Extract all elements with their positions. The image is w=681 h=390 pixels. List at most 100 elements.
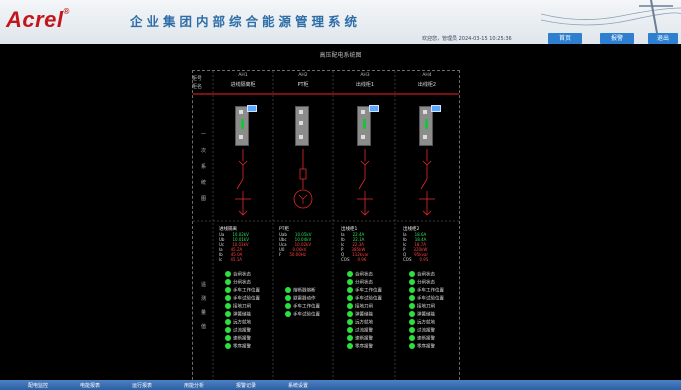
- user-info: 欢迎您，管理员 2024-03-15 10:25:36: [422, 36, 512, 42]
- menu-distribution-monitor[interactable]: 配电监控: [28, 382, 48, 389]
- cabinet-name: 进线隔离柜: [230, 82, 256, 88]
- status-dot-icon: [347, 303, 353, 309]
- status-dot-icon: [225, 271, 231, 277]
- indicator-light: [423, 135, 427, 139]
- nav-home-button[interactable]: 首页: [548, 33, 582, 44]
- status-item: 远方就地: [225, 319, 251, 326]
- status-dot-icon: [409, 279, 415, 285]
- status-dot-icon: [409, 295, 415, 301]
- status-item: 分闸状态: [347, 279, 373, 286]
- measurement-block: 进线隔离 Ua 10.02kV Ub 10.01kV Uc 10.03kV Ia 45.…: [219, 226, 249, 262]
- status-item: 远方就地: [409, 319, 435, 326]
- meter-screen[interactable]: [369, 105, 379, 112]
- status-dot-icon: [225, 311, 231, 317]
- breaker-symbol: [235, 149, 251, 216]
- status-dot-icon: [285, 311, 291, 317]
- menu-alarm-records[interactable]: 报警记录: [236, 382, 256, 389]
- status-item: 远方就地: [347, 319, 373, 326]
- breaker-device[interactable]: [235, 106, 249, 146]
- status-dot-icon: [347, 319, 353, 325]
- status-item: 熔断器熔断: [285, 287, 316, 294]
- nav-alarm-button[interactable]: 报警: [600, 33, 634, 44]
- nav-exit-button[interactable]: 退出: [648, 33, 678, 44]
- status-item: 零序报警: [347, 343, 373, 350]
- cabinet-column-ah3[interactable]: AH3 出线柜1 出线柜1 Ia 22.4A Ib 22.1A Ic 22.3A…: [335, 71, 395, 389]
- status-dot-icon: [285, 303, 291, 309]
- side-char: 遥: [201, 282, 207, 288]
- menu-energy-report[interactable]: 电能报表: [80, 382, 100, 389]
- status-item: 手车工作位置: [225, 287, 260, 294]
- status-item: 合闸状态: [409, 271, 435, 278]
- closed-indicator: [363, 119, 366, 129]
- side-char: 值: [201, 324, 207, 330]
- side-char: 测: [201, 296, 207, 302]
- status-dot-icon: [285, 287, 291, 293]
- status-item: 速断报警: [347, 335, 373, 342]
- status-dot-icon: [225, 327, 231, 333]
- status-item: 合闸状态: [347, 271, 373, 278]
- measurement-label: COS: [403, 257, 412, 262]
- status-dot-icon: [409, 327, 415, 333]
- side-char: 系: [201, 164, 207, 170]
- status-item: 分闸状态: [225, 279, 251, 286]
- status-dot-icon: [347, 295, 353, 301]
- measurement-row: Ic 45.1A: [219, 257, 249, 262]
- status-dot-icon: [225, 343, 231, 349]
- status-dot-icon: [225, 295, 231, 301]
- cabinet-column-ah2[interactable]: AH2 PT柜 PT柜 Uab 10.05kV Ubc 10.04kV Uca 10.…: [273, 71, 333, 389]
- status-item: 手车工作位置: [409, 287, 444, 294]
- indicator-light: [299, 121, 303, 125]
- header-bar: Acrel® 企业集团内部综合能源管理系统 欢迎您，管理员 2024-03-15…: [0, 0, 681, 44]
- cabinet-number: AH3: [360, 73, 370, 78]
- cabinet-column-ah4[interactable]: AH4 出线柜2 出线柜2 Ia 18.6A Ib 18.4A Ic 18.7A…: [397, 71, 457, 389]
- cabinet-number: AH4: [422, 73, 432, 78]
- cabinet-name: 出线柜2: [417, 82, 437, 88]
- indicator-light: [361, 110, 365, 114]
- status-dot-icon: [225, 335, 231, 341]
- measurement-value: 0.96: [357, 257, 367, 262]
- side-char: 图: [201, 196, 207, 202]
- measurement-label: COS: [341, 257, 350, 262]
- status-item: 零序报警: [409, 343, 435, 350]
- side-char: 次: [201, 148, 207, 154]
- status-item: 速断报警: [409, 335, 435, 342]
- status-item: 弹簧储能: [409, 311, 435, 318]
- status-item: 过流报警: [225, 327, 251, 334]
- meter-screen[interactable]: [247, 105, 257, 112]
- status-dot-icon: [409, 343, 415, 349]
- cabinet-name: PT柜: [297, 82, 309, 88]
- status-dot-icon: [347, 279, 353, 285]
- status-dot-icon: [409, 311, 415, 317]
- cabinet-number: AH2: [298, 73, 308, 78]
- indicator-light: [361, 135, 365, 139]
- menu-energy-analysis[interactable]: 用能分析: [184, 382, 204, 389]
- menu-system-settings[interactable]: 系统设置: [288, 382, 308, 389]
- measurement-block: 出线柜2 Ia 18.6A Ib 18.4A Ic 18.7A P 320kW Q 95k…: [403, 226, 428, 262]
- measurement-value: 50.00Hz: [289, 252, 306, 257]
- measurement-value: 45.1A: [230, 257, 243, 262]
- breaker-device[interactable]: [419, 106, 433, 146]
- system-title: 企业集团内部综合能源管理系统: [130, 14, 362, 29]
- indicator-light: [423, 110, 427, 114]
- pt-device[interactable]: [295, 106, 309, 146]
- status-dot-icon: [347, 327, 353, 333]
- main-content: 高压配电系统图 柜号 柜名 一 次 系 统 图 遥 测 量 值 AH1 进线隔离…: [10, 44, 671, 390]
- side-char: 量: [201, 310, 207, 316]
- breaker-symbol: [357, 149, 373, 216]
- measurement-block: PT柜 Uab 10.05kV Ubc 10.04kV Uca 10.02kV U0 0…: [279, 226, 311, 257]
- status-dot-icon: [285, 295, 291, 301]
- status-dot-icon: [225, 319, 231, 325]
- breaker-device[interactable]: [357, 106, 371, 146]
- status-item: 零序报警: [225, 343, 251, 350]
- indicator-light: [239, 110, 243, 114]
- pt-symbol: [293, 149, 313, 209]
- cabinet-number: AH1: [238, 73, 248, 78]
- status-item: 手车试验位置: [347, 295, 382, 302]
- menu-operation-report[interactable]: 运行报表: [132, 382, 152, 389]
- cabinet-column-ah1[interactable]: AH1 进线隔离柜 进线隔离 Ua 10.02kV Ub 10.01kV Uc …: [213, 71, 273, 389]
- single-line-diagram: 柜号 柜名 一 次 系 统 图 遥 测 量 值 AH1 进线隔离柜 进线隔离 U…: [192, 70, 460, 390]
- acrel-logo: Acrel®: [6, 7, 70, 33]
- meter-screen[interactable]: [431, 105, 441, 112]
- status-item: 过流报警: [409, 327, 435, 334]
- status-item: 手车试验位置: [225, 295, 260, 302]
